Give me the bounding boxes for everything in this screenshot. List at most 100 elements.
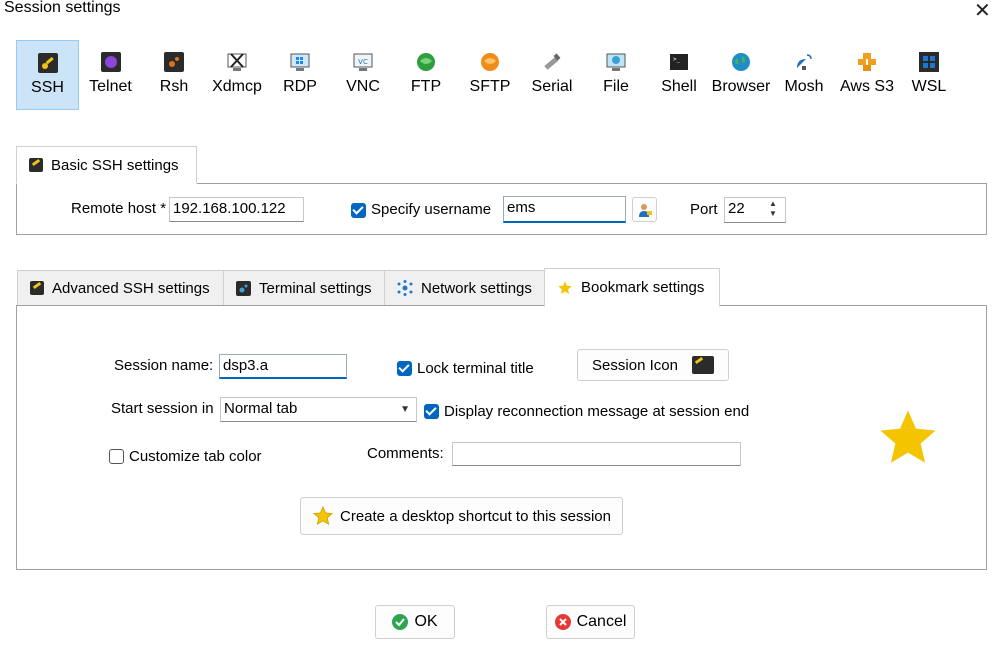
session-type-label: Xdmcp — [212, 78, 262, 95]
bookmark-star-icon — [880, 410, 936, 463]
spin-down-icon[interactable]: ▼ — [769, 209, 777, 219]
session-type-vnc[interactable]: VC VNC — [334, 40, 392, 110]
start-session-value: Normal tab — [224, 400, 298, 417]
session-type-aws-s3[interactable]: Aws S3 — [836, 40, 898, 110]
star-icon — [558, 280, 572, 294]
create-shortcut-label: Create a desktop shortcut to this sessio… — [340, 507, 611, 525]
tab-label: Advanced SSH settings — [52, 279, 210, 297]
session-type-shell[interactable]: >_ Shell — [652, 40, 706, 110]
network-icon — [397, 280, 413, 296]
session-name-label: Session name: — [114, 357, 214, 374]
ssh-key-icon — [37, 53, 58, 73]
session-icon-button[interactable]: Session Icon — [577, 349, 729, 381]
chevron-down-icon: ▼ — [400, 404, 410, 415]
session-type-ftp[interactable]: FTP — [398, 40, 454, 110]
tab-bookmark-settings[interactable]: Bookmark settings — [544, 268, 720, 307]
start-session-label: Start session in — [111, 400, 214, 417]
shell-icon: >_ — [670, 54, 688, 70]
ok-button[interactable]: OK — [375, 605, 455, 639]
session-type-label: VNC — [346, 78, 380, 95]
sftp-icon — [481, 53, 499, 71]
lock-terminal-title-label: Lock terminal title — [417, 360, 534, 377]
session-type-xdmcp[interactable]: Xdmcp — [208, 40, 266, 110]
ssh-key-icon — [30, 281, 44, 295]
close-icon[interactable]: ✕ — [974, 0, 991, 23]
session-type-ssh[interactable]: SSH — [16, 40, 79, 110]
cancel-button[interactable]: Cancel — [546, 605, 635, 639]
session-type-serial[interactable]: Serial — [524, 40, 580, 110]
aws-s3-icon — [858, 53, 876, 71]
rsh-icon — [164, 52, 184, 72]
reconnection-message-label: Display reconnection message at session … — [444, 403, 750, 420]
session-type-label: Shell — [661, 78, 697, 95]
ftp-icon — [417, 53, 435, 71]
check-icon — [392, 614, 409, 630]
remote-host-label: Remote host * — [71, 200, 167, 217]
user-icon — [638, 203, 652, 217]
terminal-icon — [236, 280, 251, 296]
svg-text:>_: >_ — [673, 56, 681, 63]
lock-terminal-title-checkbox[interactable] — [397, 361, 412, 376]
create-desktop-shortcut-button[interactable]: Create a desktop shortcut to this sessio… — [300, 497, 623, 535]
specify-username-checkbox[interactable] — [351, 203, 366, 218]
ssh-key-icon — [691, 356, 714, 374]
spin-up-icon[interactable]: ▲ — [769, 199, 777, 209]
ssh-key-icon — [29, 158, 43, 172]
session-type-label: FTP — [410, 78, 442, 95]
window-title: Session settings — [4, 0, 121, 16]
session-type-mosh[interactable]: Mosh — [778, 40, 830, 110]
tab-label: Network settings — [421, 279, 532, 297]
tab-basic-ssh-settings[interactable]: Basic SSH settings — [16, 146, 197, 184]
session-type-label: File — [603, 78, 629, 95]
reconnection-message-checkbox[interactable] — [424, 404, 439, 419]
comments-label: Comments: — [367, 445, 444, 462]
session-type-rsh[interactable]: Rsh — [146, 40, 202, 110]
user-picker-button[interactable] — [632, 197, 657, 222]
tab-label: Basic SSH settings — [51, 156, 179, 174]
session-type-label: SSH — [31, 79, 64, 96]
rdp-icon — [290, 53, 310, 71]
session-type-label: Serial — [531, 78, 573, 95]
specify-username-label: Specify username — [371, 201, 492, 218]
session-type-label: Rsh — [159, 78, 189, 95]
session-type-wsl[interactable]: WSL — [904, 40, 954, 110]
session-type-browser[interactable]: Browser — [710, 40, 772, 110]
serial-icon — [544, 53, 561, 70]
remote-host-input[interactable]: 192.168.100.122 — [169, 197, 304, 222]
star-icon — [312, 505, 334, 526]
globe-icon — [732, 53, 750, 71]
session-type-telnet[interactable]: Telnet — [82, 40, 139, 110]
customize-tab-color-label: Customize tab color — [129, 448, 262, 465]
telnet-icon — [100, 52, 121, 72]
mosh-satellite-icon — [797, 54, 812, 70]
session-name-input[interactable]: dsp3.a — [219, 354, 347, 379]
session-type-rdp[interactable]: RDP — [272, 40, 328, 110]
session-type-label: SFTP — [469, 78, 511, 95]
port-spinner[interactable]: ▲ ▼ — [769, 199, 777, 219]
session-type-label: Mosh — [784, 78, 824, 95]
username-input[interactable]: ems — [503, 196, 626, 223]
windows-icon — [919, 52, 939, 72]
ok-label: OK — [414, 613, 438, 630]
port-label: Port — [690, 201, 718, 218]
session-type-file[interactable]: File — [588, 40, 644, 110]
session-type-label: RDP — [283, 78, 317, 95]
file-icon — [606, 53, 626, 71]
tab-advanced-ssh-settings[interactable]: Advanced SSH settings — [17, 270, 224, 306]
session-icon-label: Session Icon — [592, 356, 678, 374]
session-type-sftp[interactable]: SFTP — [462, 40, 518, 110]
comments-input[interactable] — [452, 442, 741, 466]
cancel-icon — [554, 614, 571, 630]
svg-text:VC: VC — [358, 58, 368, 66]
tab-network-settings[interactable]: Network settings — [384, 270, 545, 306]
session-type-label: Browser — [711, 78, 771, 95]
vnc-icon: VC — [353, 53, 373, 71]
session-type-label: Telnet — [89, 78, 132, 95]
session-type-label: WSL — [911, 78, 947, 95]
tab-terminal-settings[interactable]: Terminal settings — [223, 270, 385, 306]
tab-label: Terminal settings — [259, 279, 372, 297]
session-type-label: Aws S3 — [840, 78, 894, 95]
start-session-select[interactable]: Normal tab ▼ — [220, 397, 417, 422]
customize-tab-color-checkbox[interactable] — [109, 449, 124, 464]
xdmcp-icon — [227, 53, 247, 71]
